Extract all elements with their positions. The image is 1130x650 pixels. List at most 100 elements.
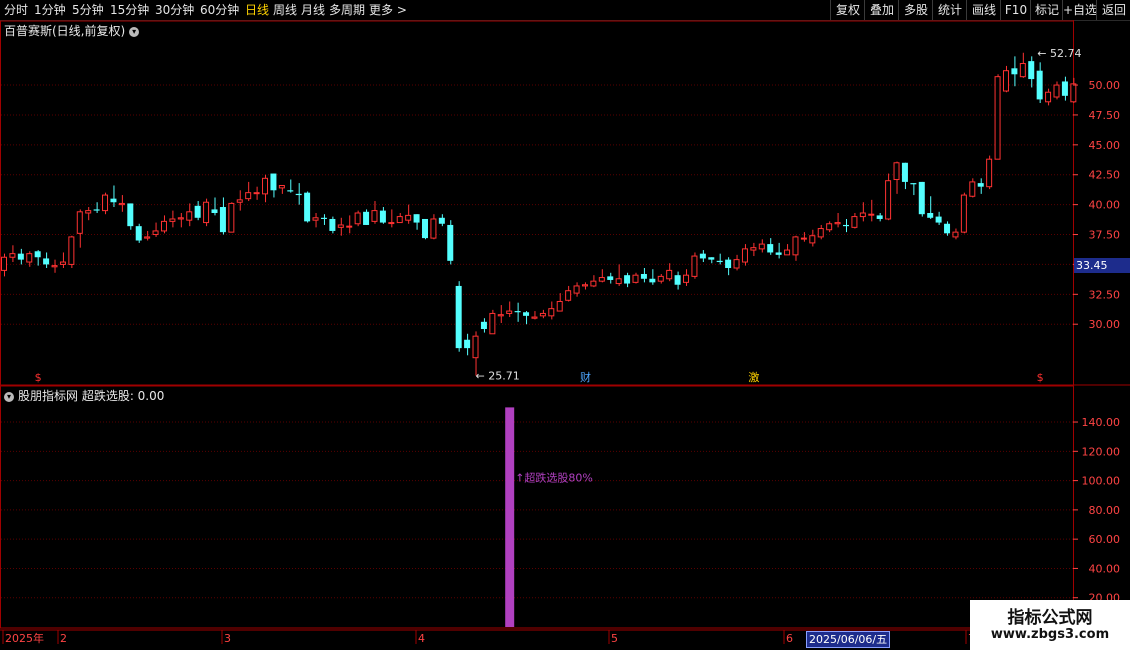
candle-body: [784, 249, 791, 256]
candle-body: [363, 211, 370, 225]
price-tick-label: 37.50: [1089, 229, 1121, 242]
candle-body: [581, 284, 588, 287]
event-marker: 激: [748, 370, 759, 384]
candle-body: [834, 222, 841, 225]
candle-body: [800, 237, 807, 240]
candle-body: [775, 252, 782, 255]
candle-body: [228, 202, 235, 233]
candle-body: [497, 314, 504, 317]
candle-body: [986, 158, 993, 188]
period-tab[interactable]: 更多 >: [369, 2, 407, 18]
candle-body: [160, 220, 167, 232]
toolbar-button[interactable]: F10: [1000, 0, 1031, 20]
period-tab[interactable]: 15分钟: [110, 2, 149, 18]
indicator-bar: [505, 407, 515, 627]
candle-body: [1036, 70, 1043, 100]
candle-body: [480, 321, 487, 329]
candle-body: [253, 192, 260, 195]
candle-body: [455, 285, 462, 349]
toolbar-button[interactable]: +自选: [1062, 0, 1097, 20]
candle-body: [447, 224, 454, 261]
candle-body: [918, 181, 925, 215]
candle-body: [1002, 70, 1009, 92]
candle-body: [304, 192, 311, 222]
date-axis-label: 5: [611, 632, 618, 645]
period-tab[interactable]: 周线: [273, 2, 297, 18]
period-tab[interactable]: 月线: [301, 2, 325, 18]
toolbar-button[interactable]: 多股: [898, 0, 933, 20]
candle-body: [169, 218, 176, 222]
candle-body: [868, 213, 875, 216]
chart-title: 百普赛斯(日线,前复权) ▾: [4, 22, 140, 39]
toolbar-button[interactable]: 叠加: [864, 0, 899, 20]
date-axis-label: 2: [60, 632, 67, 645]
date-axis-label: 3: [224, 632, 231, 645]
candle-body: [699, 253, 706, 259]
candle-body: [396, 216, 403, 224]
candle-body: [851, 216, 858, 228]
watermark: 指标公式网 www.zbgs3.com: [970, 600, 1130, 650]
candle-body: [573, 285, 580, 294]
candle-body: [514, 311, 521, 313]
candle-body: [969, 181, 976, 197]
candle-body: [405, 214, 412, 221]
chevron-down-icon[interactable]: ▾: [4, 391, 14, 402]
candle-body: [194, 205, 201, 218]
candle-body: [262, 177, 269, 195]
candle-body: [539, 312, 546, 317]
candle-body: [531, 316, 538, 319]
period-tab[interactable]: 1分钟: [34, 2, 66, 18]
candle-body: [211, 209, 218, 213]
candle-body: [632, 274, 639, 283]
candle-body: [977, 183, 984, 187]
candle-body: [438, 217, 445, 224]
period-tab[interactable]: 5分钟: [72, 2, 104, 18]
candle-body: [430, 218, 437, 239]
candle-body: [379, 210, 386, 223]
candle-body: [590, 280, 597, 287]
candle-body: [750, 247, 757, 251]
period-tab[interactable]: 多周期: [329, 2, 365, 18]
indicator-tick-label: 80.00: [1089, 504, 1121, 517]
candle-body: [556, 300, 563, 312]
period-tab[interactable]: 60分钟: [200, 2, 239, 18]
toolbar-button[interactable]: 标记: [1030, 0, 1063, 20]
candle-body: [270, 173, 277, 191]
candle-body: [598, 277, 605, 282]
indicator-tick-label: 140.00: [1082, 416, 1121, 429]
period-tab[interactable]: 分时: [4, 2, 28, 18]
candle-body: [278, 184, 285, 189]
candle-body: [1053, 84, 1060, 98]
price-tick-label: 40.00: [1089, 199, 1121, 212]
toolbar-button[interactable]: 复权: [830, 0, 865, 20]
candle-body: [506, 310, 513, 314]
candle-body: [17, 253, 24, 260]
candle-body: [523, 312, 530, 316]
indicator-tick-label: 60.00: [1089, 533, 1121, 546]
toolbar-button[interactable]: 画线: [966, 0, 1001, 20]
candle-body: [102, 194, 109, 212]
candle-body: [26, 253, 33, 263]
period-tab[interactable]: 日线: [245, 2, 269, 18]
candle-body: [76, 211, 83, 234]
chart-canvas[interactable]: 30.0032.5035.0037.5040.0042.5045.0047.50…: [0, 20, 1130, 650]
candle-body: [910, 183, 917, 185]
candle-body: [649, 278, 656, 283]
candle-body: [565, 290, 572, 301]
event-marker: 财: [580, 370, 591, 384]
price-tick-label: 30.00: [1089, 318, 1121, 331]
chevron-down-icon[interactable]: ▾: [129, 26, 140, 37]
period-tab[interactable]: 30分钟: [155, 2, 194, 18]
candle-body: [994, 76, 1001, 160]
candle-body: [960, 194, 967, 233]
candle-body: [287, 190, 294, 192]
candle-body: [927, 213, 934, 218]
date-axis-label: 4: [418, 632, 425, 645]
price-tick-label: 32.50: [1089, 288, 1121, 301]
candle-body: [118, 202, 125, 206]
candle-body: [34, 251, 41, 258]
toolbar-button[interactable]: 返回: [1096, 0, 1130, 20]
candle-body: [43, 258, 50, 265]
toolbar-button[interactable]: 统计: [932, 0, 967, 20]
indicator-title: ▾ 股朋指标网 超跌选股: 0.00: [4, 387, 164, 404]
